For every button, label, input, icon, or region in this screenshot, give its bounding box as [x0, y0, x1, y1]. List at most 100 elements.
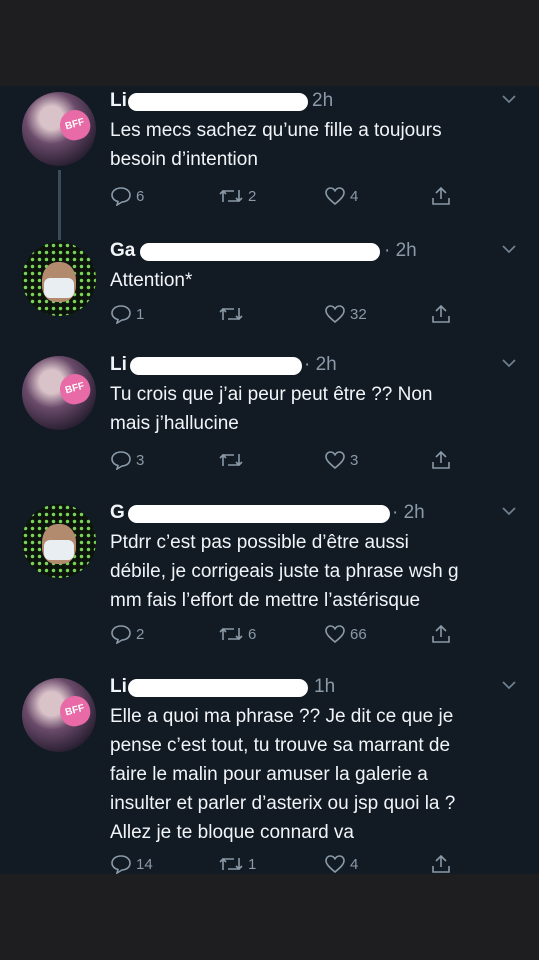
- reply-count: 14: [136, 855, 153, 873]
- reply-icon: [111, 855, 131, 874]
- chevron-down-icon[interactable]: [500, 504, 518, 518]
- text-line: débile, je corrigeais juste ta phrase ws…: [110, 561, 459, 582]
- like-count: 4: [350, 855, 359, 873]
- retweet-button[interactable]: 6: [218, 622, 256, 646]
- redaction-mark: [140, 243, 380, 261]
- share-button[interactable]: [430, 184, 456, 208]
- share-icon: [432, 304, 450, 323]
- retweet-button[interactable]: [218, 302, 248, 326]
- retweet-count: 6: [248, 625, 257, 643]
- text-line: Ptdrr c’est pas possible d’être aussi: [110, 532, 409, 553]
- tweet-text: Elle a quoi ma phrase ?? Je dit ce que j…: [110, 702, 525, 847]
- share-button[interactable]: [430, 622, 456, 646]
- text-line: besoin d’intention: [110, 149, 258, 170]
- text-line: Allez je te bloque connard va: [110, 822, 354, 843]
- tweet-header: Li: [110, 90, 127, 114]
- retweet-icon: [219, 453, 243, 467]
- author-name[interactable]: G: [110, 502, 125, 523]
- like-button[interactable]: 4: [324, 852, 358, 874]
- bff-badge: BFF: [56, 106, 94, 144]
- like-button[interactable]: 3: [324, 448, 358, 472]
- avatar[interactable]: BFF: [22, 678, 96, 752]
- tweet-time: 2h: [312, 90, 334, 111]
- reply-button[interactable]: 14: [110, 852, 153, 874]
- tweet-header: Li: [110, 676, 127, 700]
- avatar-mask: [44, 540, 74, 560]
- retweet-button[interactable]: 2: [218, 184, 256, 208]
- like-count: 32: [350, 305, 367, 323]
- text-line: mm fais l’effort de mettre l’astérisque: [110, 590, 421, 611]
- heart-icon: [325, 855, 345, 874]
- redaction-mark: [128, 679, 308, 697]
- avatar[interactable]: [22, 504, 96, 578]
- heart-icon: [325, 305, 345, 324]
- share-icon: [432, 624, 450, 643]
- reply-button[interactable]: 6: [110, 184, 144, 208]
- tweet-header: Li: [110, 354, 127, 378]
- redaction-mark: [128, 93, 308, 111]
- share-button[interactable]: [430, 302, 456, 326]
- retweet-button[interactable]: [218, 448, 248, 472]
- retweet-count: 1: [248, 855, 257, 873]
- author-name[interactable]: Li: [110, 354, 127, 375]
- avatar-mask: [44, 278, 74, 298]
- author-name[interactable]: Ga: [110, 240, 135, 261]
- reply-icon: [111, 451, 131, 470]
- heart-icon: [325, 187, 345, 206]
- reply-icon: [111, 187, 131, 206]
- text-line: insulter et parler d’asterix ou jsp quoi…: [110, 793, 456, 814]
- tweet-thread: BFF Li 2h Les mecs sachez qu’une fille a…: [0, 86, 539, 874]
- tweet-actions: 6 2 4: [110, 184, 470, 208]
- share-icon: [432, 450, 450, 469]
- tweet-time: · 2h: [384, 240, 417, 261]
- text-line: Elle a quoi ma phrase ?? Je dit ce que j…: [110, 706, 454, 727]
- chevron-down-icon[interactable]: [500, 678, 518, 692]
- reply-button[interactable]: 2: [110, 622, 144, 646]
- redaction-mark: [128, 505, 390, 523]
- share-icon: [432, 186, 450, 205]
- reply-button[interactable]: 1: [110, 302, 144, 326]
- like-button[interactable]: 32: [324, 302, 367, 326]
- tweet-text: Tu crois que j’ai peur peut être ?? Non …: [110, 380, 525, 438]
- retweet-icon: [219, 857, 243, 871]
- author-name[interactable]: Li: [110, 676, 127, 697]
- reply-icon: [111, 625, 131, 644]
- retweet-icon: [219, 627, 243, 641]
- chevron-down-icon[interactable]: [500, 92, 518, 106]
- tweet-text: Ptdrr c’est pas possible d’être aussi dé…: [110, 528, 525, 615]
- chevron-down-icon[interactable]: [500, 242, 518, 256]
- like-count: 66: [350, 625, 367, 643]
- text-line: Attention*: [110, 270, 193, 291]
- tweet-time: · 2h: [392, 502, 425, 523]
- text-line: Tu crois que j’ai peur peut être ?? Non: [110, 384, 433, 405]
- like-button[interactable]: 66: [324, 622, 367, 646]
- chevron-down-icon[interactable]: [500, 356, 518, 370]
- retweet-icon: [219, 189, 243, 203]
- redaction-mark: [130, 357, 302, 375]
- reply-count: 6: [136, 187, 145, 205]
- avatar[interactable]: BFF: [22, 356, 96, 430]
- tweet-time: · 2h: [304, 354, 337, 375]
- bff-badge: BFF: [56, 370, 94, 408]
- tweet-text: Attention*: [110, 266, 525, 295]
- share-button[interactable]: [430, 448, 456, 472]
- like-count: 4: [350, 187, 359, 205]
- tweet-actions: 3 3: [110, 448, 470, 472]
- share-button[interactable]: [430, 852, 456, 874]
- reply-icon: [111, 305, 131, 324]
- retweet-button[interactable]: 1: [218, 852, 256, 874]
- avatar[interactable]: [22, 242, 96, 316]
- like-count: 3: [350, 451, 359, 469]
- text-line: mais j’hallucine: [110, 413, 239, 434]
- retweet-count: 2: [248, 187, 257, 205]
- like-button[interactable]: 4: [324, 184, 358, 208]
- author-name[interactable]: Li: [110, 90, 127, 111]
- reply-count: 3: [136, 451, 145, 469]
- text-line: Les mecs sachez qu’une fille a toujours: [110, 120, 442, 141]
- tweet-header: G: [110, 502, 125, 526]
- reply-button[interactable]: 3: [110, 448, 144, 472]
- tweet-time: 1h: [314, 676, 336, 697]
- avatar[interactable]: BFF: [22, 92, 96, 166]
- thread-line: [58, 170, 61, 240]
- bff-badge: BFF: [56, 692, 94, 730]
